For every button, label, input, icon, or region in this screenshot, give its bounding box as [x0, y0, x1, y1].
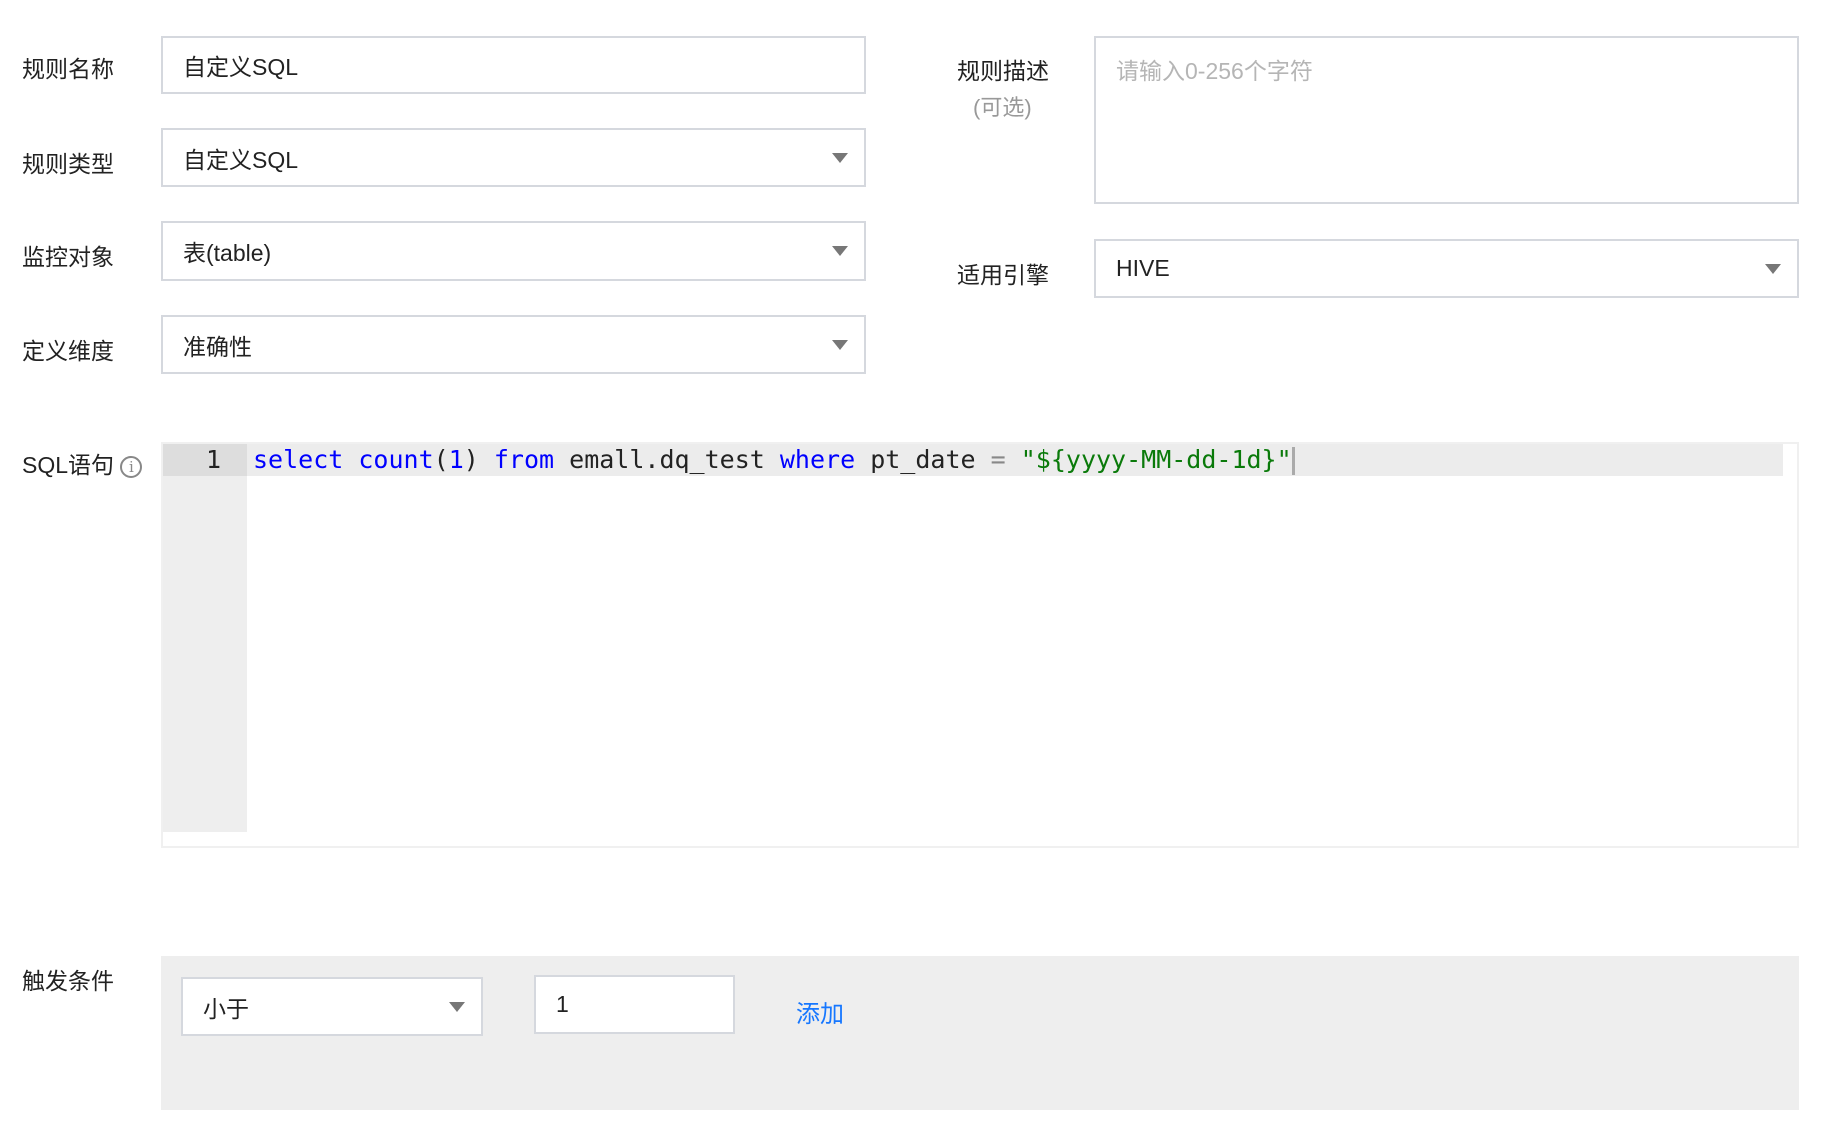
keyword: where — [779, 445, 856, 474]
editor-gutter — [163, 444, 247, 832]
string: "${yyyy-MM-dd-1d}" — [1020, 445, 1292, 474]
text-cursor — [1291, 447, 1295, 475]
paren: ( — [433, 445, 449, 474]
engine-select[interactable]: HIVE — [1094, 239, 1799, 298]
text — [1006, 445, 1021, 474]
keyword: select — [253, 445, 344, 474]
monitor-object-label: 监控对象 — [22, 244, 114, 270]
description-optional-label: (可选) — [973, 95, 1032, 120]
info-icon[interactable]: i — [120, 455, 143, 478]
line-number: 1 — [163, 444, 247, 476]
chevron-down-icon — [832, 339, 848, 350]
rule-name-label: 规则名称 — [22, 56, 114, 82]
engine-value: HIVE — [1116, 255, 1170, 281]
engine-label: 适用引擎 — [957, 262, 1049, 288]
rule-name-value: 自定义SQL — [183, 54, 299, 80]
trigger-value-input[interactable]: 1 — [534, 975, 735, 1034]
chevron-down-icon — [832, 152, 848, 163]
identifier: pt_date — [855, 445, 991, 474]
chevron-down-icon — [1765, 263, 1781, 274]
dimension-label: 定义维度 — [22, 338, 114, 364]
monitor-object-select[interactable]: 表(table) — [161, 221, 866, 281]
function: count — [358, 445, 434, 474]
sql-label-text: SQL语句 — [22, 452, 115, 478]
trigger-operator-select[interactable]: 小于 — [181, 977, 483, 1036]
trigger-operator-value: 小于 — [203, 995, 249, 1022]
code-line[interactable]: select count(1) from emall.dq_test where… — [253, 444, 1295, 476]
dimension-value: 准确性 — [183, 333, 252, 360]
rule-type-label: 规则类型 — [22, 151, 114, 177]
number: 1 — [448, 445, 464, 474]
rule-name-input[interactable]: 自定义SQL — [161, 36, 866, 94]
chevron-down-icon — [449, 1001, 465, 1012]
identifier: emall.dq_test — [554, 445, 780, 474]
chevron-down-icon — [832, 246, 848, 256]
sql-editor[interactable]: 1 select count(1) from emall.dq_test whe… — [161, 442, 1799, 848]
description-label: 规则描述 — [957, 58, 1049, 84]
keyword: from — [493, 445, 555, 474]
dimension-select[interactable]: 准确性 — [161, 315, 866, 374]
trigger-value: 1 — [556, 991, 569, 1017]
monitor-object-value: 表(table) — [183, 240, 272, 266]
sql-label: SQL语句 i — [22, 446, 143, 480]
trigger-label: 触发条件 — [22, 968, 114, 994]
rule-type-value: 自定义SQL — [183, 146, 299, 173]
add-button[interactable]: 添加 — [796, 994, 844, 1029]
paren: ) — [463, 445, 494, 474]
description-textarea[interactable]: 请输入0-256个字符 — [1094, 36, 1799, 204]
operator: = — [990, 445, 1006, 474]
description-placeholder: 请输入0-256个字符 — [1116, 58, 1313, 84]
rule-type-select[interactable]: 自定义SQL — [161, 128, 866, 187]
text — [343, 445, 358, 474]
